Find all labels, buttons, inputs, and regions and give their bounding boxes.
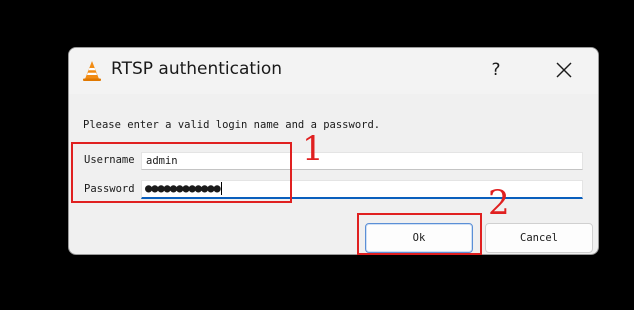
- help-button[interactable]: ?: [483, 56, 509, 84]
- annotation-box-credentials: [71, 142, 292, 203]
- annotation-box-ok: [357, 213, 482, 255]
- annotation-number-2: 2: [488, 183, 510, 223]
- window-title: RTSP authentication: [111, 59, 282, 79]
- close-button[interactable]: [551, 56, 577, 84]
- instruction-text: Please enter a valid login name and a pa…: [83, 119, 381, 131]
- close-icon: [556, 62, 572, 78]
- title-bar: RTSP authentication ?: [69, 48, 598, 94]
- cancel-button[interactable]: Cancel: [485, 223, 593, 253]
- vlc-cone-icon: [83, 61, 101, 81]
- annotation-number-1: 1: [302, 129, 324, 169]
